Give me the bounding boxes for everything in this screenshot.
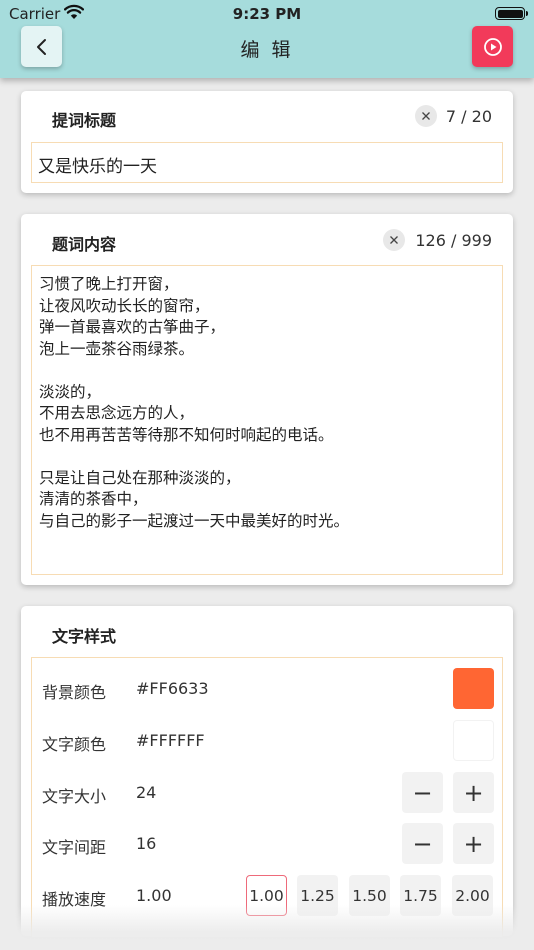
content-textarea[interactable]: 习惯了晚上打开窗， 让夜风吹动长长的窗帘， 弹一首最喜欢的古筝曲子， 泡上一壶茶… bbox=[31, 265, 503, 575]
scroll-fade bbox=[0, 905, 534, 950]
text-size-decrease-button[interactable]: − bbox=[402, 772, 443, 813]
title-card: 提词标题 7 / 20 又是快乐的一天 bbox=[21, 91, 513, 193]
background-color-label: 背景颜色 bbox=[42, 683, 107, 702]
title-heading: 提词标题 bbox=[52, 111, 117, 130]
text-size-row: 文字大小 24 − + bbox=[32, 772, 504, 814]
status-bar: Carrier 9:23 PM bbox=[0, 0, 534, 28]
title-counter: 7 / 20 bbox=[445, 107, 492, 126]
text-color-swatch[interactable] bbox=[453, 720, 494, 761]
text-color-label: 文字颜色 bbox=[42, 735, 107, 754]
text-size-increase-button[interactable]: + bbox=[453, 772, 494, 813]
page-title: 编 辑 bbox=[240, 39, 294, 61]
background-color-row: 背景颜色 #FF6633 bbox=[32, 668, 504, 710]
close-icon bbox=[390, 236, 398, 244]
text-color-row: 文字颜色 #FFFFFF bbox=[32, 720, 504, 762]
text-spacing-increase-button[interactable]: + bbox=[453, 823, 494, 864]
play-speed-value: 1.00 bbox=[136, 886, 172, 905]
clear-content-button[interactable] bbox=[383, 229, 405, 251]
text-spacing-value: 16 bbox=[136, 834, 157, 853]
text-spacing-row: 文字间距 16 − + bbox=[32, 823, 504, 865]
battery-icon bbox=[495, 7, 528, 20]
content-card: 题词内容 126 / 999 习惯了晚上打开窗， 让夜风吹动长长的窗帘， 弹一首… bbox=[21, 214, 513, 585]
text-color-value: #FFFFFF bbox=[136, 731, 205, 750]
background-color-value: #FF6633 bbox=[136, 679, 209, 698]
clear-title-button[interactable] bbox=[415, 105, 437, 127]
content-counter: 126 / 999 bbox=[415, 231, 492, 250]
text-size-value: 24 bbox=[136, 783, 157, 802]
style-card: 文字样式 背景颜色 #FF6633 文字颜色 #FFFFFF 文字大小 24 −… bbox=[21, 606, 513, 937]
title-input[interactable]: 又是快乐的一天 bbox=[31, 142, 503, 183]
play-button[interactable] bbox=[472, 26, 513, 67]
text-spacing-decrease-button[interactable]: − bbox=[402, 823, 443, 864]
text-size-label: 文字大小 bbox=[42, 787, 107, 806]
text-spacing-label: 文字间距 bbox=[42, 838, 107, 857]
close-icon bbox=[422, 112, 430, 120]
navigation-bar: Carrier 9:23 PM 编 辑 bbox=[0, 0, 534, 78]
style-panel: 背景颜色 #FF6633 文字颜色 #FFFFFF 文字大小 24 − + 文字… bbox=[31, 657, 503, 937]
play-circle-icon bbox=[483, 37, 502, 56]
style-heading: 文字样式 bbox=[52, 627, 117, 646]
background-color-swatch[interactable] bbox=[453, 668, 494, 709]
content-heading: 题词内容 bbox=[52, 235, 117, 254]
status-time: 9:23 PM bbox=[232, 5, 302, 23]
